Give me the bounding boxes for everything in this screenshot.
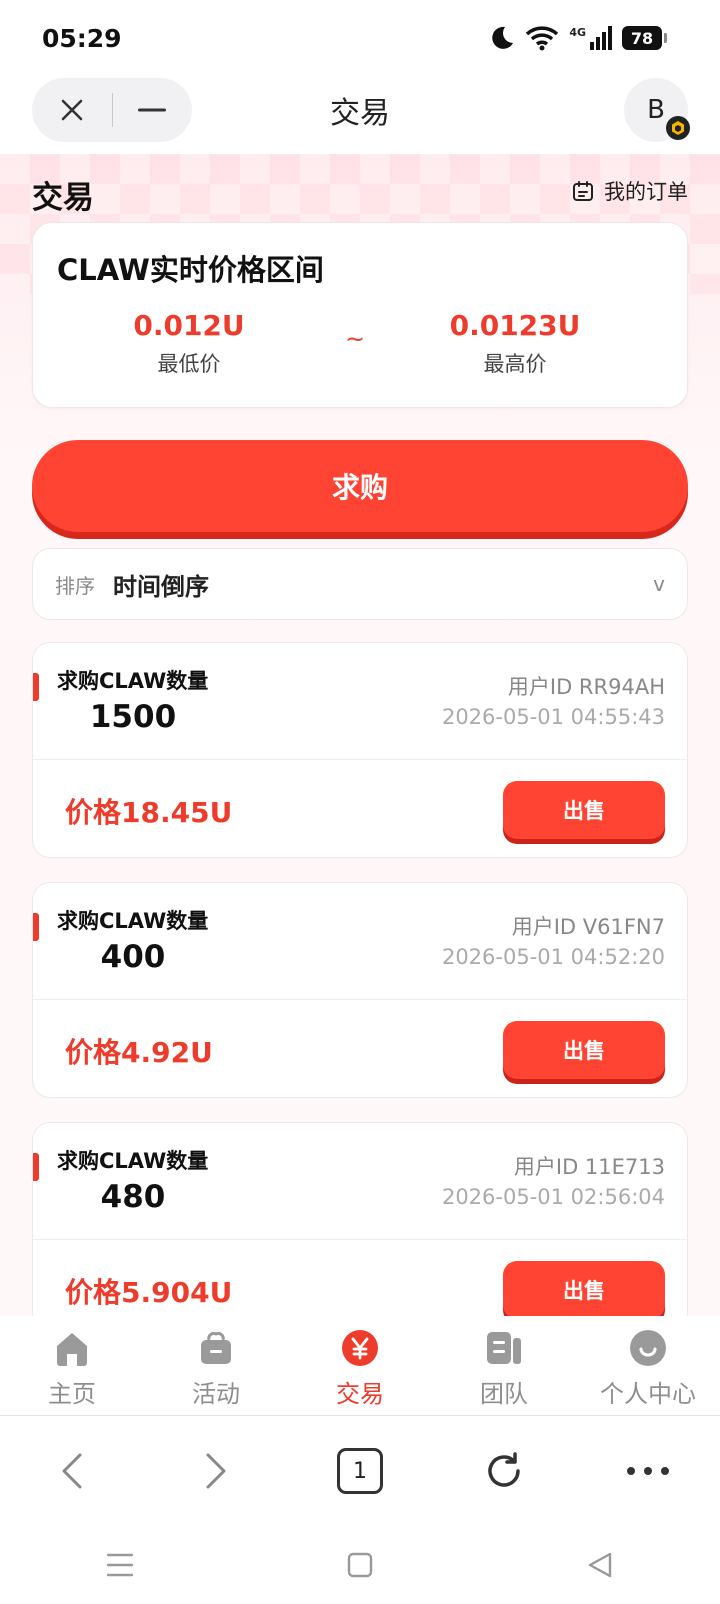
order-accent-bar <box>33 673 39 701</box>
avatar-badge-icon <box>666 116 690 140</box>
sell-button[interactable]: 出售 <box>503 1261 665 1316</box>
tab-label: 团队 <box>480 1380 528 1408</box>
order-divider <box>33 999 687 1000</box>
forward-button[interactable] <box>144 1451 288 1491</box>
status-bar: 05:29 4G 78 <box>0 0 720 78</box>
avatar-letter: B <box>647 95 665 125</box>
order-quantity: 1500 <box>89 699 177 735</box>
sort-select[interactable]: 排序 时间倒序 v <box>32 548 688 620</box>
order-card: 求购CLAW数量 400 用户ID V61FN7 2026-05-01 04:5… <box>32 882 688 1098</box>
tab-activity[interactable]: 活动 <box>144 1316 288 1415</box>
order-quantity-label: 求购CLAW数量 <box>57 669 209 693</box>
system-navigation-bar <box>0 1526 720 1604</box>
my-orders-link[interactable]: 我的订单 <box>572 176 688 206</box>
refresh-button[interactable] <box>432 1450 576 1492</box>
status-icons: 4G 78 <box>487 24 667 52</box>
low-price-value: 0.012U <box>133 309 245 342</box>
signal-icon: 4G <box>569 26 612 50</box>
more-icon <box>627 1467 669 1475</box>
order-quantity: 400 <box>100 939 166 975</box>
moon-icon <box>487 24 515 52</box>
smile-icon <box>628 1328 668 1368</box>
gift-icon <box>196 1328 236 1368</box>
order-quantity: 480 <box>100 1179 166 1215</box>
order-user-id: 用户ID RR94AH <box>507 675 665 699</box>
order-price: 价格5.904U <box>65 1276 233 1309</box>
order-card: 求购CLAW数量 480 用户ID 11E713 2026-05-01 02:5… <box>32 1122 688 1316</box>
chevron-left-icon <box>62 1453 82 1489</box>
order-quantity-label: 求购CLAW数量 <box>57 909 209 933</box>
back-nav-button[interactable] <box>480 1551 720 1579</box>
tab-trade[interactable]: 交易 <box>288 1316 432 1415</box>
triangle-back-icon <box>588 1552 612 1578</box>
tab-bar: 主页 活动 交易 团队 个人中心 <box>0 1316 720 1416</box>
tab-label: 交易 <box>336 1380 384 1408</box>
order-time: 2026-05-01 02:56:04 <box>441 1185 665 1209</box>
wifi-icon <box>525 25 559 51</box>
order-divider <box>33 759 687 760</box>
home-nav-button[interactable] <box>240 1552 480 1578</box>
high-price-value: 0.0123U <box>449 309 581 342</box>
my-orders-label: 我的订单 <box>604 180 688 204</box>
sort-label: 排序 <box>55 573 95 598</box>
order-price: 价格18.45U <box>65 796 233 829</box>
menu-icon <box>106 1553 134 1577</box>
order-accent-bar <box>33 1153 39 1181</box>
battery-indicator: 78 <box>622 26 667 50</box>
header-title: 交易 <box>330 96 390 131</box>
calendar-icon <box>573 181 593 201</box>
tab-count: 1 <box>337 1448 383 1494</box>
order-time: 2026-05-01 04:52:20 <box>441 945 665 969</box>
home-icon <box>52 1328 92 1368</box>
tab-label: 主页 <box>48 1380 96 1408</box>
menu-nav-button[interactable] <box>0 1552 240 1578</box>
buy-request-button[interactable]: 求购 <box>32 440 688 532</box>
low-price-label: 最低价 <box>157 352 221 376</box>
more-button[interactable] <box>576 1466 720 1476</box>
tab-home[interactable]: 主页 <box>0 1316 144 1415</box>
order-quantity-label: 求购CLAW数量 <box>57 1149 209 1173</box>
square-icon <box>347 1552 373 1578</box>
refresh-icon <box>488 1452 520 1487</box>
sort-value: 时间倒序 <box>113 572 209 601</box>
tabs-button[interactable]: 1 <box>288 1448 432 1494</box>
order-card: 求购CLAW数量 1500 用户ID RR94AH 2026-05-01 04:… <box>32 642 688 858</box>
high-price: 0.0123U 最高价 <box>405 309 625 378</box>
price-separator: ~ <box>345 325 366 353</box>
low-price: 0.012U 最低价 <box>79 309 299 378</box>
order-price: 价格4.92U <box>65 1036 213 1069</box>
order-accent-bar <box>33 913 39 941</box>
order-divider <box>33 1239 687 1240</box>
team-icon <box>484 1328 524 1368</box>
sell-button[interactable]: 出售 <box>503 781 665 839</box>
app-header: 交易 B <box>0 78 720 154</box>
page-title: 交易 <box>32 180 94 216</box>
high-price-label: 最高价 <box>483 352 547 376</box>
price-range-title: CLAW实时价格区间 <box>57 253 324 287</box>
tab-label: 活动 <box>192 1380 240 1408</box>
tab-label: 个人中心 <box>600 1380 696 1408</box>
order-user-id: 用户ID V61FN7 <box>511 915 665 939</box>
chevron-right-icon <box>206 1453 226 1489</box>
status-time: 05:29 <box>42 24 122 53</box>
chevron-down-icon: v <box>653 572 665 596</box>
order-time: 2026-05-01 04:55:43 <box>441 705 665 729</box>
price-range-card: CLAW实时价格区间 0.012U 最低价 ~ 0.0123U 最高价 <box>32 222 688 408</box>
back-button[interactable] <box>0 1451 144 1491</box>
order-user-id: 用户ID 11E713 <box>513 1155 665 1179</box>
main-content[interactable]: 交易 我的订单 CLAW实时价格区间 0.012U 最低价 ~ 0.0123U … <box>0 154 720 1316</box>
avatar[interactable]: B <box>624 78 690 142</box>
network-type: 4G <box>569 26 586 39</box>
tab-profile[interactable]: 个人中心 <box>576 1316 720 1415</box>
sell-button[interactable]: 出售 <box>503 1021 665 1079</box>
browser-toolbar: 1 <box>0 1416 720 1526</box>
yuan-icon <box>340 1328 380 1368</box>
tab-team[interactable]: 团队 <box>432 1316 576 1415</box>
